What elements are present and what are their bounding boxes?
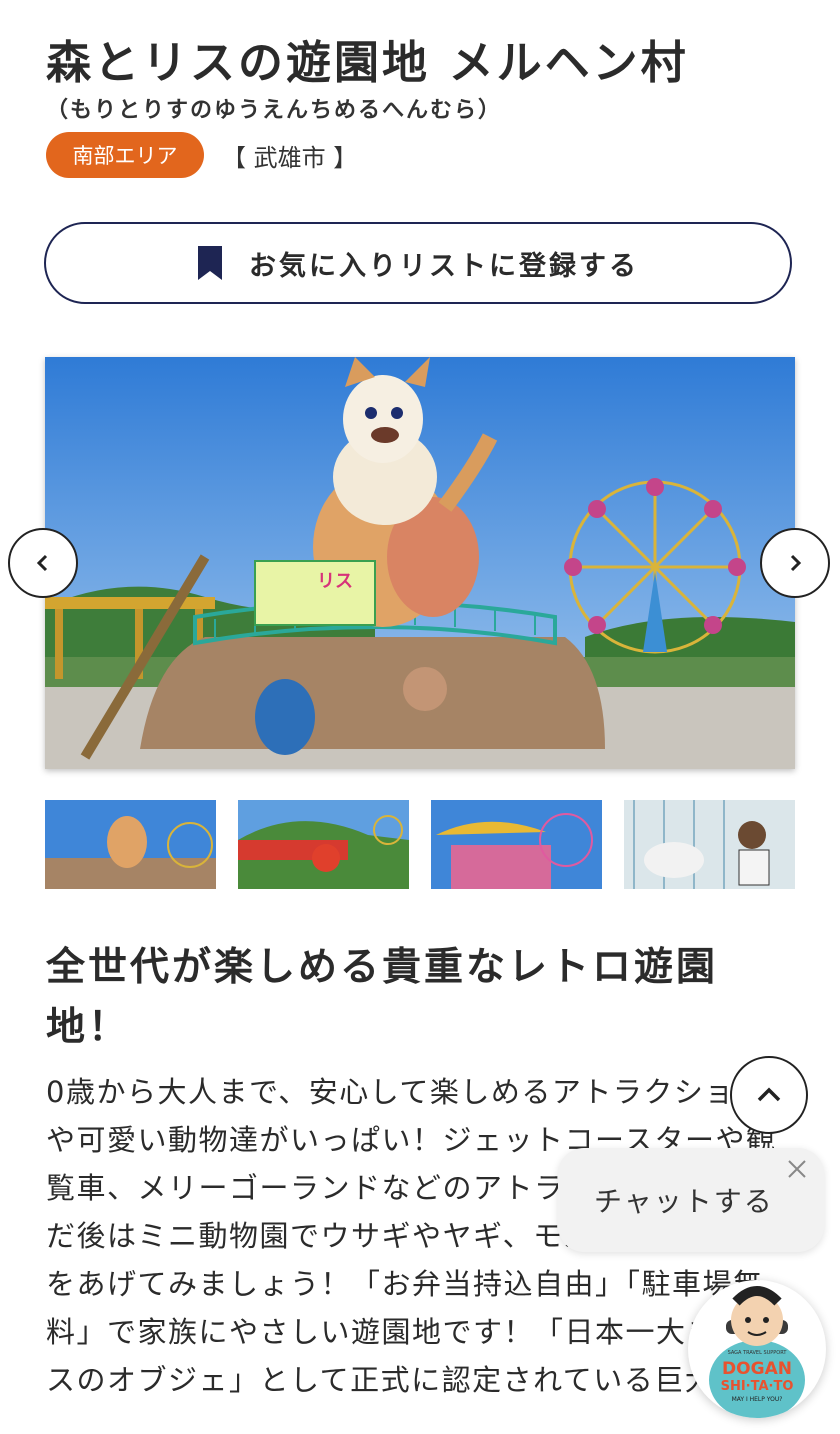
page-title: 森とリスの遊園地 メルヘン村 — [46, 36, 689, 89]
scroll-to-top-button[interactable] — [730, 1056, 808, 1134]
thumbnail-3[interactable] — [431, 800, 602, 889]
hero-image: リス — [45, 357, 795, 769]
thumbnail-4[interactable] — [624, 800, 795, 889]
thumbnail-strip — [45, 800, 840, 890]
chevron-right-icon — [790, 554, 802, 572]
mascot-assistant-button[interactable]: SAGA TRAVEL SUPPORT DOGAN SHI·TA·TO MAY … — [688, 1280, 826, 1418]
mascot-tagline: MAY I HELP YOU? — [732, 1396, 783, 1403]
add-to-favorites-label: お気に入りリストに登録する — [249, 250, 639, 282]
gallery-prev-button[interactable] — [8, 528, 78, 598]
chat-close-button[interactable] — [784, 1156, 810, 1182]
hero-sign-text: リス — [317, 571, 353, 592]
chat-label: チャットする — [594, 1185, 774, 1218]
chat-button[interactable]: チャットする — [558, 1148, 824, 1252]
mascot-text: DOGAN — [722, 1359, 792, 1379]
area-badge[interactable]: 南部エリア — [46, 132, 204, 178]
mascot-small-text: SAGA TRAVEL SUPPORT — [728, 1350, 788, 1356]
mascot-text-2: SHI·TA·TO — [721, 1379, 794, 1394]
add-to-favorites-button[interactable]: お気に入りリストに登録する — [44, 222, 792, 304]
city-label: 【 武雄市 】 — [222, 144, 358, 172]
gallery-next-button[interactable] — [760, 528, 830, 598]
bookmark-icon — [198, 246, 222, 280]
chevron-up-icon — [757, 1087, 781, 1102]
thumbnail-2[interactable] — [238, 800, 409, 889]
thumbnail-1[interactable] — [45, 800, 216, 889]
close-icon — [788, 1160, 806, 1178]
title-reading: （もりとりすのゆうえんちめるへんむら） — [46, 98, 503, 123]
section-heading: 全世代が楽しめる貴重なレトロ遊園地！ — [46, 945, 719, 1050]
mascot-icon: SAGA TRAVEL SUPPORT DOGAN SHI·TA·TO MAY … — [709, 1286, 805, 1418]
chevron-left-icon — [36, 554, 48, 572]
